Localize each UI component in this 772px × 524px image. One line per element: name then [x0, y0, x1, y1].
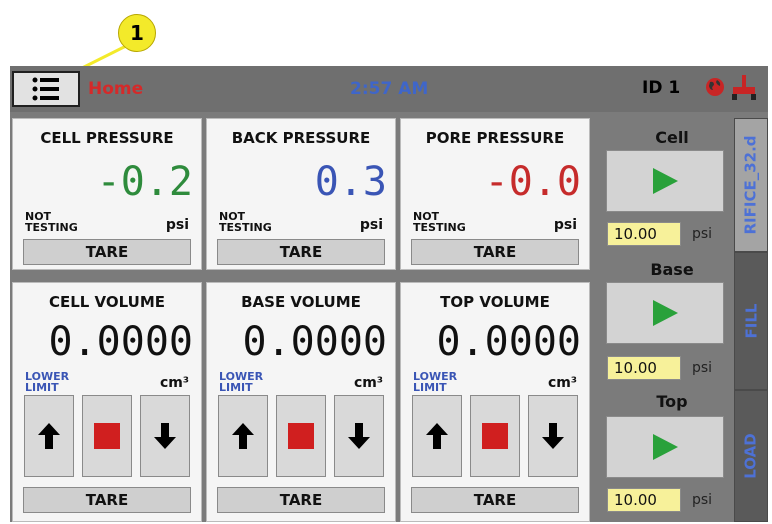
panel-title: CELL PRESSURE — [40, 129, 174, 147]
volume-up-button[interactable] — [218, 395, 268, 477]
back-pressure-tare-button[interactable]: TARE — [217, 239, 385, 265]
cell-volume-value: 0.0000 — [48, 319, 194, 365]
volume-down-button[interactable] — [334, 395, 384, 477]
cell-pressure-value: -0.2 — [96, 159, 193, 205]
app-screen: Home 2:57 AM ID 1 CELL PRESSURE -0.2 NOT… — [10, 66, 768, 522]
top-pump-label: Top — [656, 392, 688, 411]
play-icon — [653, 168, 678, 194]
top-volume-tare-button[interactable]: TARE — [411, 487, 579, 513]
clock-time: 2:57 AM — [350, 79, 429, 99]
unit-label: cm³ — [159, 375, 189, 391]
tab-load-label: LOAD — [742, 433, 760, 479]
base-setpoint-unit: psi — [692, 360, 713, 376]
tab-load[interactable]: LOAD — [734, 390, 768, 522]
status-line-2: TESTING — [413, 221, 466, 234]
screen-title: Home — [88, 79, 144, 99]
base-volume-tare-button[interactable]: TARE — [217, 487, 385, 513]
panel-title: PORE PRESSURE — [425, 129, 565, 147]
base-pump-label: Base — [650, 260, 694, 279]
volume-down-button[interactable] — [528, 395, 578, 477]
arrow-down-icon — [542, 423, 564, 449]
status-text: NOT TESTING — [219, 211, 272, 233]
volume-up-button[interactable] — [24, 395, 74, 477]
pore-pressure-value: -0.0 — [484, 159, 581, 205]
base-pump-start-button[interactable] — [606, 282, 724, 344]
top-setpoint-field[interactable]: 10.00 — [607, 488, 681, 512]
arrow-up-icon — [38, 423, 60, 449]
cell-setpoint-unit: psi — [692, 226, 713, 242]
tab-fill[interactable]: FILL — [734, 252, 768, 390]
stop-icon — [94, 423, 120, 449]
cell-pump-label: Cell — [655, 128, 689, 147]
cell-pressure-tare-button[interactable]: TARE — [23, 239, 191, 265]
top-volume-value: 0.0000 — [436, 319, 582, 365]
base-setpoint-field[interactable]: 10.00 — [607, 356, 681, 380]
panel-title: BASE VOLUME — [241, 293, 361, 311]
play-icon — [653, 300, 678, 326]
limit-text: LOWER LIMIT — [25, 371, 69, 393]
arrow-up-icon — [426, 423, 448, 449]
top-pump-start-button[interactable] — [606, 416, 724, 478]
panel-title: CELL VOLUME — [48, 293, 166, 311]
unit-label: cm³ — [353, 375, 383, 391]
pore-pressure-tare-button[interactable]: TARE — [411, 239, 579, 265]
stop-icon — [288, 423, 314, 449]
limit-text: LOWER LIMIT — [219, 371, 263, 393]
status-line-2: TESTING — [25, 221, 78, 234]
unit-label: psi — [553, 217, 577, 233]
unit-label: psi — [165, 217, 189, 233]
cell-pressure-panel: CELL PRESSURE -0.2 NOT TESTING psi TARE — [12, 118, 202, 270]
unit-label: psi — [359, 217, 383, 233]
arrow-down-icon — [154, 423, 176, 449]
volume-stop-button[interactable] — [470, 395, 520, 477]
back-pressure-value: 0.3 — [314, 159, 387, 205]
arrow-down-icon — [348, 423, 370, 449]
callout-badge: 1 — [118, 14, 156, 52]
volume-down-button[interactable] — [140, 395, 190, 477]
top-bar: Home 2:57 AM ID 1 — [10, 66, 768, 112]
limit-line-2: LIMIT — [25, 381, 59, 394]
volume-stop-button[interactable] — [82, 395, 132, 477]
unit-label: cm³ — [547, 375, 577, 391]
arrow-up-icon — [232, 423, 254, 449]
limit-line-2: LIMIT — [219, 381, 253, 394]
status-text: NOT TESTING — [25, 211, 78, 233]
volume-stop-button[interactable] — [276, 395, 326, 477]
top-volume-panel: TOP VOLUME 0.0000 LOWER LIMIT cm³ TARE — [400, 282, 590, 522]
play-icon — [653, 434, 678, 460]
tab-file[interactable]: RIFICE_32.d — [734, 118, 768, 252]
status-line-2: TESTING — [219, 221, 272, 234]
globe-icon — [706, 78, 724, 96]
cell-volume-panel: CELL VOLUME 0.0000 LOWER LIMIT cm³ TARE — [12, 282, 202, 522]
cell-volume-tare-button[interactable]: TARE — [23, 487, 191, 513]
device-id: ID 1 — [642, 78, 681, 98]
cell-pump-start-button[interactable] — [606, 150, 724, 212]
cell-setpoint-field[interactable]: 10.00 — [607, 222, 681, 246]
status-text: NOT TESTING — [413, 211, 466, 233]
limit-line-2: LIMIT — [413, 381, 447, 394]
base-volume-value: 0.0000 — [242, 319, 388, 365]
menu-list-icon — [32, 77, 59, 101]
tab-file-label: RIFICE_32.d — [742, 135, 760, 235]
top-setpoint-unit: psi — [692, 492, 713, 508]
base-volume-panel: BASE VOLUME 0.0000 LOWER LIMIT cm³ TARE — [206, 282, 396, 522]
back-pressure-panel: BACK PRESSURE 0.3 NOT TESTING psi TARE — [206, 118, 396, 270]
tab-fill-label: FILL — [742, 303, 761, 339]
panel-title: BACK PRESSURE — [231, 129, 371, 147]
plug-icon — [732, 75, 756, 100]
pore-pressure-panel: PORE PRESSURE -0.0 NOT TESTING psi TARE — [400, 118, 590, 270]
limit-text: LOWER LIMIT — [413, 371, 457, 393]
menu-button[interactable] — [12, 71, 80, 107]
volume-up-button[interactable] — [412, 395, 462, 477]
stop-icon — [482, 423, 508, 449]
panel-title: TOP VOLUME — [440, 293, 550, 311]
pump-control-sidebar: Cell 10.00 psi Base 10.00 psi Top 10.00 … — [598, 118, 768, 522]
